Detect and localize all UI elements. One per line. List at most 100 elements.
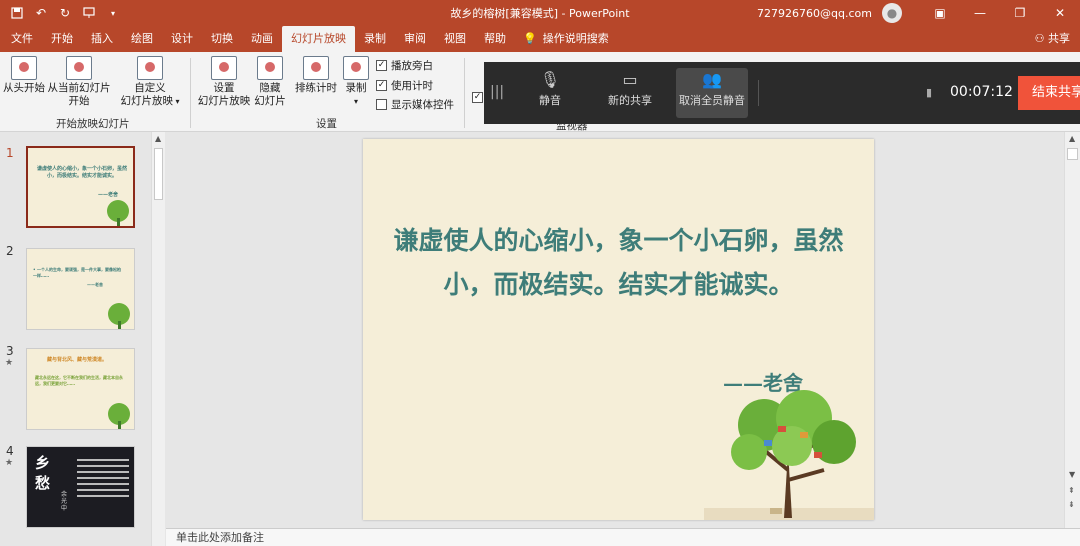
- checkbox-unchecked: [376, 99, 387, 110]
- setup-icon: [211, 56, 237, 80]
- new-share-button[interactable]: ▭ 新的共享: [600, 68, 660, 118]
- from-beginning-button[interactable]: 从头开始: [2, 56, 46, 95]
- thumbnail-author: ——老舍: [98, 192, 119, 198]
- slide-number: 4: [6, 444, 14, 458]
- tab-file[interactable]: 文件: [2, 26, 42, 52]
- divider: [190, 58, 191, 128]
- thumbnail-author: ——老舍: [87, 282, 103, 287]
- custom-slide-show-button[interactable]: 自定义 幻灯片放映 ▾: [118, 56, 182, 108]
- tab-help[interactable]: 帮助: [475, 26, 515, 52]
- setup-slide-show-button[interactable]: 设置 幻灯片放映: [196, 56, 252, 108]
- rehearse-timings-button[interactable]: 排练计时: [294, 56, 338, 95]
- meeting-toolbar: ||| 🎙 静音 ▭ 新的共享 👥 取消全员静音 ▮ 00:07:12 结束共享: [484, 62, 1080, 124]
- unmute-all-button[interactable]: 👥 取消全员静音: [676, 68, 748, 118]
- mute-button[interactable]: 🎙 静音: [524, 68, 576, 118]
- tab-view[interactable]: 视图: [435, 26, 475, 52]
- tab-insert[interactable]: 插入: [82, 26, 122, 52]
- use-timings-checkbox[interactable]: ✓ 使用计时: [376, 78, 433, 93]
- thumbnail-author: 余光中: [61, 491, 68, 512]
- close-icon[interactable]: ✕: [1040, 0, 1080, 26]
- account-email[interactable]: 727926760@qq.com: [757, 7, 872, 20]
- thumbnail-text: 谦虚使人的心缩小，象一个小石卵，虽然小，而极结实。结实才能诚实。: [36, 166, 127, 179]
- scroll-up-icon[interactable]: ▲: [1069, 134, 1075, 143]
- previous-slide-icon[interactable]: ⇞: [1068, 486, 1075, 495]
- play-narrations-checkbox[interactable]: ✓ 播放旁白: [376, 58, 433, 73]
- divider: [758, 80, 759, 106]
- thumbnail-poem-text: [77, 455, 129, 521]
- slideshow-current-icon: [66, 56, 92, 80]
- redo-icon[interactable]: ↻: [56, 4, 74, 22]
- participants-mute-icon: 👥: [702, 70, 722, 89]
- thumbnail-text: 藏北永远在这，它不断在我们的生活，藏北本自永远，我们更要对它……: [35, 375, 123, 386]
- hide-slide-icon: [257, 56, 283, 80]
- custom-show-icon: [137, 56, 163, 80]
- save-icon[interactable]: [8, 4, 26, 22]
- tab-home[interactable]: 开始: [42, 26, 82, 52]
- from-current-slide-button[interactable]: 从当前幻灯片 开始: [46, 56, 112, 108]
- group-label-setup: 设置: [316, 118, 337, 130]
- scroll-up-icon[interactable]: ▲: [155, 134, 161, 143]
- thumbnail-text: • 一个人的生命，要顽强，是一件大事，要像松柏一样……: [33, 267, 121, 278]
- slide-thumbnail-2[interactable]: • 一个人的生命，要顽强，是一件大事，要像松柏一样…… ——老舍: [26, 248, 135, 330]
- slideshow-start-icon: [11, 56, 37, 80]
- tab-record[interactable]: 录制: [355, 26, 395, 52]
- meeting-timer: 00:07:12: [950, 84, 1013, 100]
- restore-icon[interactable]: ❐: [1000, 0, 1040, 26]
- scrollbar-thumb[interactable]: [1067, 148, 1078, 160]
- share-button[interactable]: ⚇ 共享: [1035, 26, 1070, 52]
- record-button[interactable]: 录制 ▾: [340, 56, 372, 108]
- tab-slide-show[interactable]: 幻灯片放映: [282, 26, 355, 52]
- slide-thumbnail-pane: 1 谦虚使人的心缩小，象一个小石卵，虽然小，而极结实。结实才能诚实。 ——老舍 …: [0, 132, 166, 546]
- scrollbar-thumb[interactable]: [154, 148, 163, 200]
- screen-share-icon: ▭: [622, 70, 638, 89]
- slide-thumbnail-1[interactable]: 谦虚使人的心缩小，象一个小石卵，虽然小，而极结实。结实才能诚实。 ——老舍: [26, 146, 135, 228]
- tab-animations[interactable]: 动画: [242, 26, 282, 52]
- tab-transitions[interactable]: 切换: [202, 26, 242, 52]
- drag-handle-icon[interactable]: |||: [490, 84, 504, 100]
- tab-draw[interactable]: 绘图: [122, 26, 162, 52]
- thumbnail-scrollbar[interactable]: ▲: [151, 132, 165, 546]
- checkbox-checked: ✓: [376, 60, 387, 71]
- slide-number: 3: [6, 344, 14, 358]
- tree-image: [108, 403, 130, 429]
- checkbox-checked: ✓: [376, 80, 387, 91]
- person-icon: ⚇: [1034, 32, 1045, 45]
- tab-review[interactable]: 审阅: [395, 26, 435, 52]
- tell-me-search[interactable]: 💡 操作说明搜索: [523, 26, 609, 52]
- hide-slide-button[interactable]: 隐藏 幻灯片: [252, 56, 288, 108]
- tree-image: [107, 200, 129, 226]
- thumbnail-title: 乡愁: [35, 454, 51, 492]
- checkbox-checked: ✓: [472, 92, 483, 103]
- tree-image: [704, 390, 874, 520]
- slide-scrollbar[interactable]: ▲ ▼ ⇞ ⇟: [1064, 132, 1080, 528]
- slide-thumbnail-4[interactable]: 乡愁 余光中: [26, 446, 135, 528]
- avatar[interactable]: ●: [882, 3, 902, 23]
- title-bar: ↶ ↻ ▾ 故乡的榕树[兼容模式] - PowerPoint 727926760…: [0, 0, 1080, 26]
- present-icon[interactable]: [80, 4, 98, 22]
- ribbon-display-icon[interactable]: ▣: [920, 0, 960, 26]
- customize-icon[interactable]: ▾: [104, 4, 122, 22]
- slide-canvas[interactable]: 谦虚使人的心缩小，象一个小石卵，虽然小，而极结实。结实才能诚实。 ——老舍: [363, 139, 874, 520]
- group-label-start: 开始放映幻灯片: [56, 118, 130, 130]
- record-icon: [343, 56, 369, 80]
- minimize-icon[interactable]: —: [960, 0, 1000, 26]
- slide-number: 1: [6, 146, 14, 160]
- animation-star-icon: ★: [5, 358, 14, 368]
- animation-star-icon: ★: [5, 458, 14, 468]
- next-slide-icon[interactable]: ⇟: [1068, 500, 1075, 509]
- slide-thumbnail-3[interactable]: 藏与背北风、藏与荒漠道。 藏北永远在这，它不断在我们的生活，藏北本自永远，我们更…: [26, 348, 135, 430]
- undo-icon[interactable]: ↶: [32, 4, 50, 22]
- quick-access-toolbar: ↶ ↻ ▾: [0, 4, 140, 22]
- slide-quote[interactable]: 谦虚使人的心缩小，象一个小石卵，虽然小，而极结实。结实才能诚实。: [393, 219, 844, 307]
- show-media-controls-checkbox[interactable]: 显示媒体控件: [376, 97, 454, 112]
- presenter-view-checkbox[interactable]: ✓: [472, 92, 483, 103]
- tab-design[interactable]: 设计: [162, 26, 202, 52]
- ribbon-tabs: 文件 开始 插入 绘图 设计 切换 动画 幻灯片放映 录制 审阅 视图 帮助 💡…: [0, 26, 1080, 52]
- slide-number: 2: [6, 244, 14, 258]
- scroll-down-icon[interactable]: ▼: [1069, 470, 1075, 479]
- divider: [464, 58, 465, 128]
- tree-image: [108, 303, 130, 329]
- signal-icon: ▮: [926, 86, 933, 99]
- end-share-button[interactable]: 结束共享: [1018, 76, 1080, 110]
- notes-pane[interactable]: 单击此处添加备注: [166, 528, 1080, 546]
